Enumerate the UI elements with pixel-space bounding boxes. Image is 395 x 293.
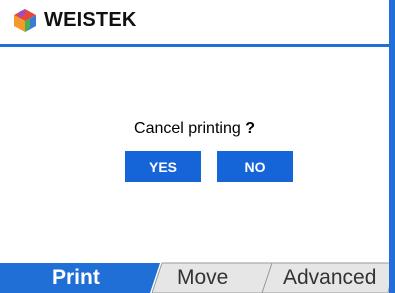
printer-screen: WEISTEK Cancel printing ? YES NO Print M… [0, 0, 395, 293]
yes-button[interactable]: YES [125, 151, 201, 182]
cancel-printing-prompt: Cancel printing ? [0, 120, 389, 138]
brand-name: WEISTEK [44, 9, 137, 31]
header-divider [0, 44, 389, 47]
no-button[interactable]: NO [217, 151, 293, 182]
tab-print[interactable]: Print [52, 266, 100, 290]
tab-advanced[interactable]: Advanced [283, 266, 376, 290]
prompt-question-mark: ? [245, 120, 255, 137]
cube-logo-icon [14, 9, 36, 32]
header-bar: WEISTEK [0, 0, 389, 42]
tab-move[interactable]: Move [177, 266, 228, 290]
prompt-message: Cancel printing [134, 120, 241, 137]
right-edge-bar [389, 0, 395, 293]
